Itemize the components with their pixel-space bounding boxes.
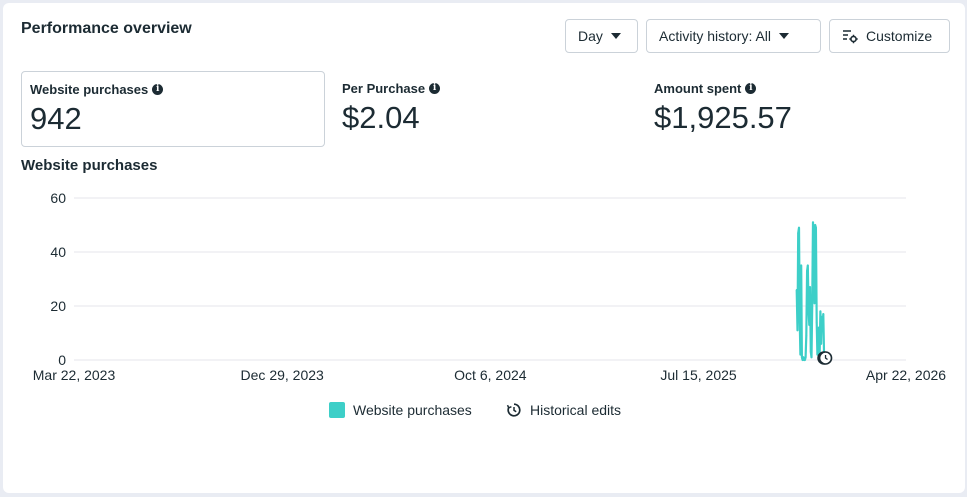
day-dropdown[interactable]: Day — [565, 19, 638, 53]
customize-button[interactable]: Customize — [829, 19, 950, 53]
data-point — [798, 226, 800, 229]
series-swatch — [329, 402, 345, 418]
data-point — [802, 356, 805, 359]
activity-history-label: Activity history: All — [659, 28, 772, 44]
data-point — [808, 324, 811, 326]
data-point — [806, 264, 809, 267]
y-tick-label: 0 — [58, 352, 66, 368]
data-point — [822, 313, 825, 315]
data-point — [798, 318, 801, 321]
x-tick-label: Jul 15, 2025 — [660, 367, 736, 383]
data-point — [821, 324, 824, 326]
legend-series-label: Website purchases — [353, 402, 472, 418]
customize-icon — [843, 30, 858, 44]
metric-per-purchase[interactable]: Per Purchase i $2.04 — [334, 71, 634, 147]
caret-down-icon — [610, 33, 621, 39]
data-point — [814, 224, 817, 226]
x-tick-label: Oct 6, 2024 — [454, 367, 527, 383]
data-point — [820, 342, 823, 345]
history-icon — [506, 403, 521, 417]
data-point — [800, 264, 803, 267]
x-tick-label: Apr 22, 2026 — [866, 367, 946, 383]
data-point — [810, 356, 813, 359]
data-point — [806, 270, 808, 272]
data-point — [809, 286, 811, 288]
metric-label: Per Purchase — [342, 81, 426, 96]
data-point — [803, 359, 806, 361]
data-point — [805, 334, 808, 337]
data-point — [797, 232, 800, 234]
data-point — [799, 353, 802, 356]
metric-label: Website purchases — [30, 82, 149, 97]
data-point — [820, 315, 823, 318]
data-point — [812, 245, 815, 248]
y-tick-label: 40 — [50, 244, 66, 260]
info-icon[interactable]: i — [429, 83, 441, 94]
series-line-website-purchases — [795, 221, 827, 362]
legend-historical-edits[interactable]: Historical edits — [506, 402, 621, 418]
data-point — [796, 329, 799, 332]
data-point — [813, 302, 816, 305]
website-purchases-chart: 0 20 40 60 Mar 22, 2023 Dec 29, 2023 Oct 6, 20… — [33, 190, 947, 383]
y-tick-label: 60 — [50, 190, 66, 206]
metric-value: $2.04 — [342, 100, 420, 135]
x-tick-label: Dec 29, 2023 — [241, 367, 324, 383]
data-point — [815, 226, 817, 229]
data-point — [811, 305, 814, 307]
customize-label: Customize — [866, 28, 933, 44]
legend-edits-label: Historical edits — [530, 402, 622, 418]
legend-website-purchases[interactable]: Website purchases — [329, 402, 472, 418]
data-point — [819, 310, 822, 313]
info-icon[interactable]: i — [745, 83, 757, 94]
caret-down-icon — [779, 33, 790, 39]
data-point — [807, 310, 810, 313]
metric-label: Amount spent — [654, 81, 742, 96]
data-point — [804, 356, 807, 359]
metric-value: $1,925.57 — [654, 100, 792, 135]
data-point — [817, 326, 820, 329]
metric-website-purchases[interactable]: Website purchases i 942 — [21, 71, 325, 147]
data-point — [815, 321, 818, 324]
y-tick-label: 20 — [50, 298, 66, 314]
activity-history-dropdown[interactable]: Activity history: All — [646, 19, 821, 53]
x-tick-label: Mar 22, 2023 — [33, 367, 116, 383]
metric-amount-spent[interactable]: Amount spent i $1,925.57 — [646, 71, 946, 147]
data-point — [809, 351, 812, 353]
metric-value: 942 — [30, 101, 82, 136]
data-point — [817, 351, 820, 353]
chart-title: Website purchases — [21, 157, 158, 174]
page-title: Performance overview — [21, 20, 192, 37]
data-point — [812, 221, 814, 224]
info-icon[interactable]: i — [152, 84, 164, 95]
data-point — [795, 288, 798, 291]
day-dropdown-label: Day — [578, 28, 603, 44]
